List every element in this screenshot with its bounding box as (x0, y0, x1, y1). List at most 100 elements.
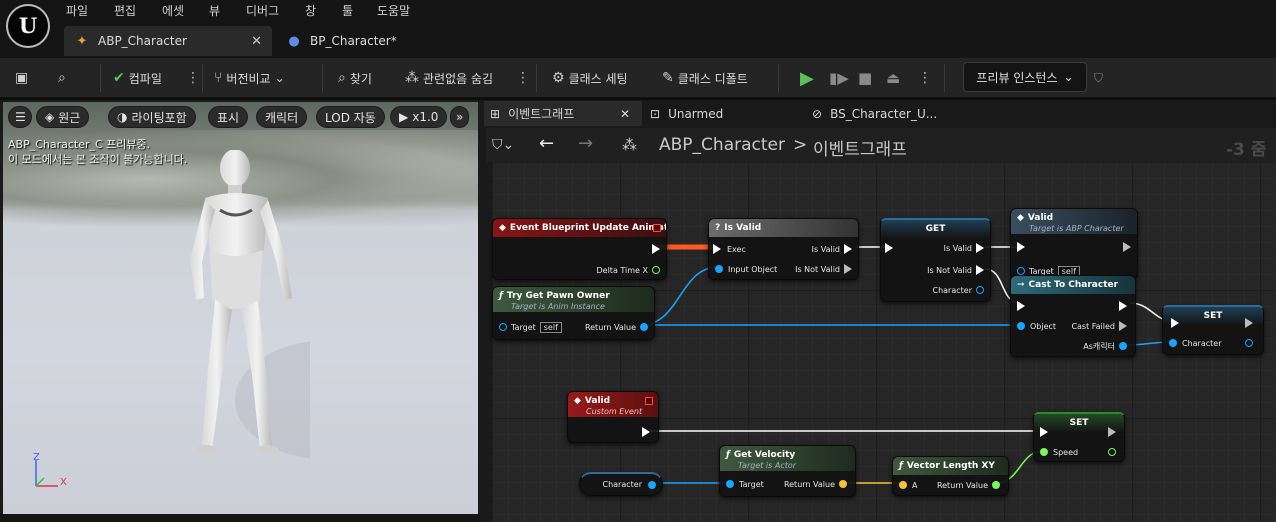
breadcrumb-root[interactable]: ABP_Character (659, 135, 785, 155)
character-button[interactable]: 캐릭터 (256, 106, 308, 128)
pin-input-object[interactable]: Input Object (715, 263, 777, 275)
node-get-character[interactable]: GET Is Valid Is Not Valid Character (880, 218, 991, 302)
pin-is-valid[interactable]: Is Valid (944, 242, 984, 254)
delegate-pin-icon[interactable] (653, 224, 661, 232)
self-value: self (539, 321, 562, 333)
breadcrumb-separator: > (793, 135, 808, 155)
save-button[interactable]: ▣ (15, 64, 32, 92)
unreal-logo-icon[interactable]: U (6, 4, 50, 48)
pin-speed[interactable]: Speed (1040, 446, 1078, 458)
node-character-variable[interactable]: Character (579, 472, 663, 496)
panel-splitter[interactable] (480, 100, 492, 522)
menu-tools[interactable]: 툴 (342, 2, 353, 19)
pin-character[interactable]: Character (932, 284, 984, 296)
exec-in-pin[interactable] (885, 242, 893, 254)
menu-asset[interactable]: 에셋 (162, 2, 184, 19)
exec-out-pin[interactable] (1119, 300, 1127, 312)
tab-event-graph[interactable]: ⊞ 이벤트그래프 ✕ (484, 101, 642, 126)
pin-speed-out[interactable] (1108, 446, 1116, 458)
menu-debug[interactable]: 디버그 (246, 2, 279, 19)
search-icon: ⌕ (338, 70, 346, 86)
menu-help[interactable]: 도움말 (377, 2, 410, 19)
compile-options-icon[interactable]: ⋮ (186, 64, 200, 92)
play-button[interactable]: ▶ (800, 64, 814, 92)
node-set-character[interactable]: SET Character (1162, 305, 1264, 355)
version-compare-button[interactable]: ⑂ 버전비교 ⌄ (214, 64, 285, 92)
hide-unrelated-button[interactable]: ⁂ 관련없음 숨김 (405, 64, 493, 92)
pin-cast-failed[interactable]: Cast Failed (1071, 320, 1127, 332)
node-set-speed[interactable]: SET Speed (1033, 412, 1125, 462)
forward-arrow-icon[interactable]: → (578, 133, 593, 154)
lighting-button[interactable]: ◑ 라이팅포함 (108, 106, 196, 128)
exec-in-pin[interactable] (1040, 426, 1048, 438)
exec-out-pin[interactable] (1123, 241, 1131, 253)
exec-out-pin[interactable] (652, 243, 660, 255)
node-cast-to-character[interactable]: ➞ Cast To Character Object Cast Failed As… (1010, 275, 1136, 357)
node-vector-length-xy[interactable]: ƒ Vector Length XY A Return Value (892, 456, 1009, 496)
pin-return-value[interactable]: Return Value (937, 479, 1000, 491)
exec-in-pin[interactable] (1017, 300, 1025, 312)
node-event-update-animation[interactable]: ◆ Event Blueprint Update Animation Delta … (492, 218, 667, 280)
node-try-get-pawn-owner[interactable]: ƒ Try Get Pawn Owner Target is Anim Insta… (492, 286, 655, 340)
node-valid-custom-event[interactable]: ◆ Valid Custom Event (567, 391, 659, 443)
close-icon[interactable]: ✕ (251, 34, 262, 49)
stop-button[interactable]: ■ (858, 64, 872, 92)
pin-object[interactable]: Object (1017, 320, 1056, 332)
exec-out-pin[interactable] (642, 426, 650, 438)
menu-edit[interactable]: 편집 (114, 2, 136, 19)
more-viewport-options-button[interactable]: » (450, 106, 470, 128)
tab-bp-character[interactable]: ● BP_Character* (282, 26, 422, 56)
browse-button[interactable]: ⌕ (58, 64, 70, 92)
tab-abp-character[interactable]: ✦ ABP_Character ✕ (64, 26, 272, 56)
pin-character-out[interactable] (1245, 337, 1253, 349)
exec-in-pin[interactable] (1171, 317, 1179, 329)
debug-filter-button[interactable]: ⛉ (1094, 64, 1103, 92)
pin-target[interactable]: Target self (499, 321, 562, 333)
find-button[interactable]: ⌕ 찾기 (338, 64, 372, 92)
pin-return-value[interactable]: Return Value (784, 478, 847, 490)
tab-unarmed[interactable]: ⊡ Unarmed (650, 101, 723, 126)
pin-delta-time[interactable]: Delta Time X (597, 264, 660, 276)
exec-out-pin[interactable] (1108, 426, 1116, 438)
pin-character[interactable]: Character (1169, 337, 1222, 349)
pin-is-valid[interactable]: Is Valid (812, 243, 852, 255)
node-valid-call[interactable]: ◆ Valid Target is ABP Character Target sel… (1010, 208, 1138, 280)
pin-label: Character (932, 285, 973, 295)
show-button[interactable]: 표시 (208, 106, 249, 128)
preview-instance-dropdown[interactable]: 프리뷰 인스턴스 ⌄ (963, 62, 1087, 92)
class-settings-button[interactable]: ⚙ 클래스 세팅 (552, 64, 628, 92)
back-arrow-icon[interactable]: ← (539, 133, 554, 154)
pin-is-not-valid[interactable]: Is Not Valid (927, 264, 984, 276)
graph-canvas[interactable] (492, 162, 1276, 522)
pin-return-value[interactable]: Return Value (585, 321, 648, 333)
character-blueprint-icon: ● (288, 33, 300, 49)
menu-file[interactable]: 파일 (66, 2, 88, 19)
pin-as-character[interactable]: As캐릭터 (1083, 340, 1127, 352)
pin-a[interactable]: A (899, 479, 917, 491)
pin-target[interactable]: Target (726, 478, 764, 490)
eject-button[interactable]: ⏏ (886, 64, 900, 92)
lod-button[interactable]: LOD 자동 (316, 106, 385, 128)
more-options-icon[interactable]: ⋮ (516, 64, 530, 92)
menu-window[interactable]: 창 (305, 2, 316, 19)
close-icon[interactable]: ✕ (620, 107, 630, 121)
bookmark-icon[interactable]: ⛉⌄ (492, 137, 514, 153)
pin-exec-in[interactable]: Exec (713, 243, 746, 255)
menu-view[interactable]: 뷰 (209, 2, 220, 19)
node-get-velocity[interactable]: ƒ Get Velocity Target is Actor Target Ret… (719, 445, 856, 497)
step-button[interactable]: ▮▶ (829, 64, 849, 92)
exec-in-pin[interactable] (1017, 241, 1025, 253)
compile-button[interactable]: ✔ 컴파일 (113, 64, 162, 92)
viewport-menu-button[interactable]: ☰ (8, 106, 32, 128)
playback-speed-button[interactable]: ▶ x1.0 (390, 106, 448, 128)
tab-blendspace[interactable]: ⊘ BS_Character_U... (812, 101, 937, 126)
class-defaults-button[interactable]: ✎ 클래스 디폴트 (662, 64, 748, 92)
object-pin-icon (640, 323, 648, 331)
lod-label: LOD 자동 (325, 110, 376, 125)
perspective-button[interactable]: ◈ 원근 (36, 106, 90, 128)
pin-is-not-valid[interactable]: Is Not Valid (795, 263, 852, 275)
delegate-pin-icon[interactable] (645, 397, 653, 405)
exec-out-pin[interactable] (1245, 317, 1253, 329)
node-is-valid[interactable]: ? Is Valid Exec Input Object Is Valid Is … (708, 218, 859, 280)
play-options-icon[interactable]: ⋮ (918, 64, 932, 92)
